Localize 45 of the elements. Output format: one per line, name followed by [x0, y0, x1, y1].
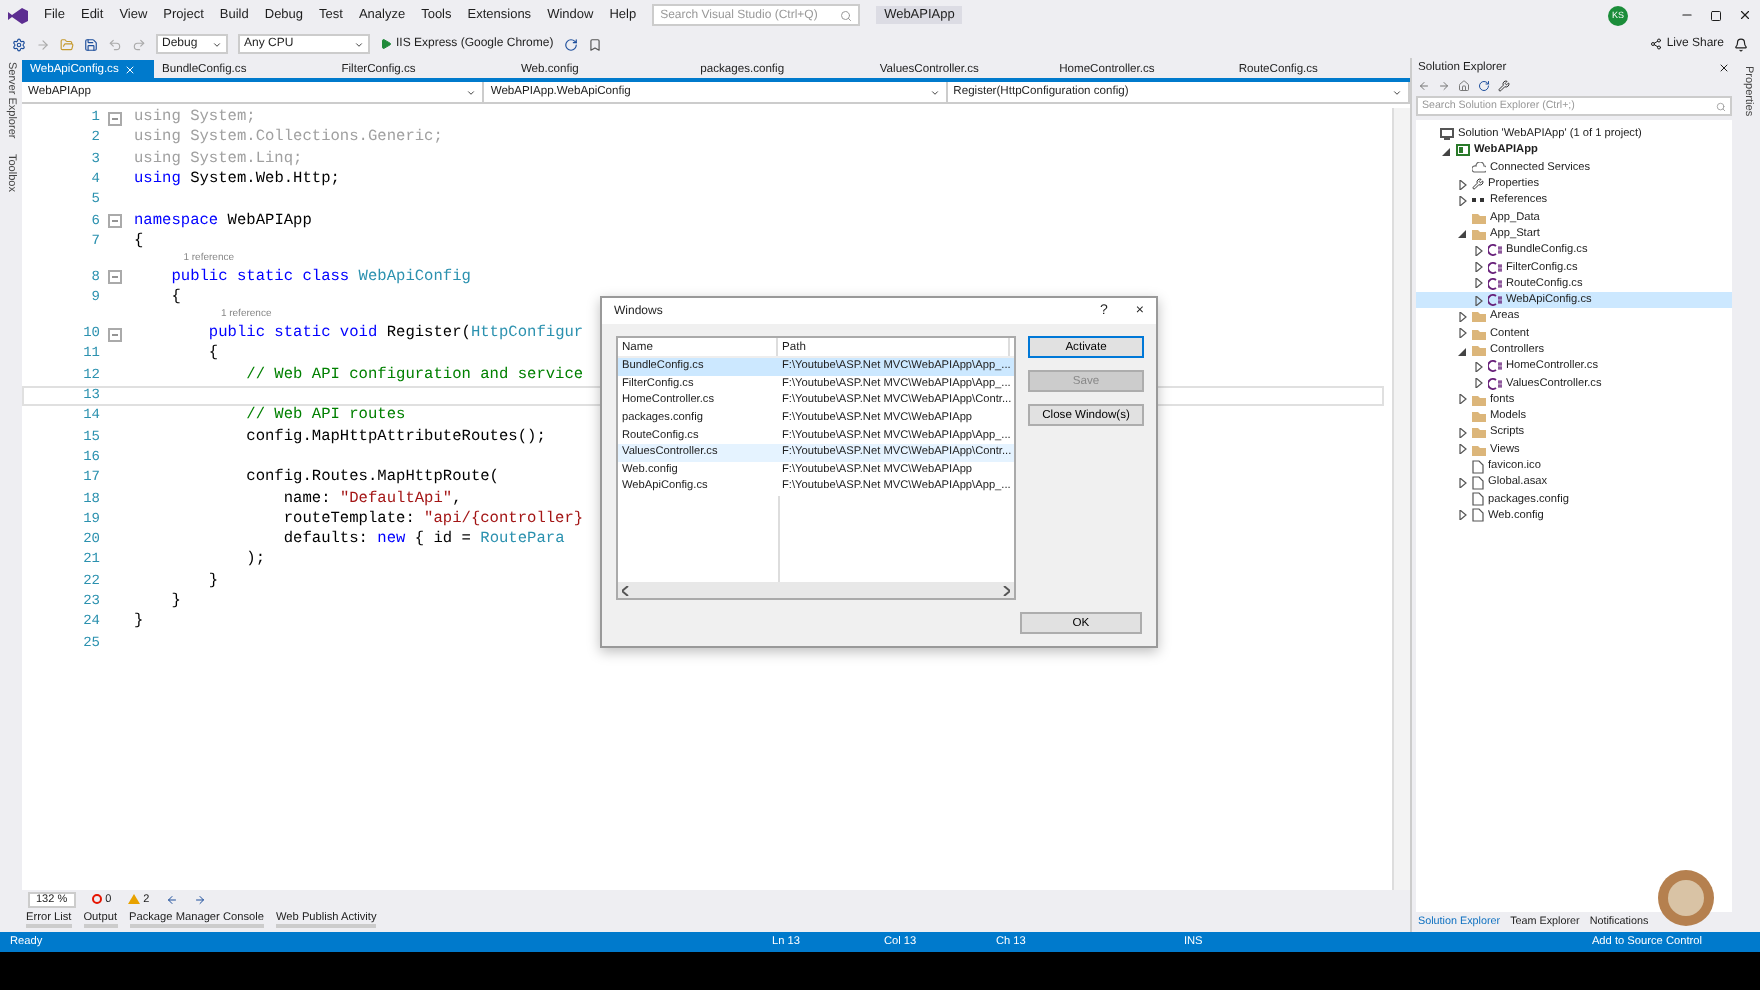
collapse-icon[interactable] — [108, 327, 122, 342]
back-icon[interactable] — [165, 893, 178, 905]
app-logo-icon — [8, 7, 28, 23]
csharp-file-icon — [1488, 377, 1502, 390]
solution-icon — [1440, 128, 1454, 141]
scroll-left-icon[interactable] — [622, 585, 630, 595]
share-icon — [1650, 38, 1663, 50]
csharp-file-icon — [1488, 294, 1502, 307]
channel-logo-icon — [1656, 868, 1716, 928]
csharp-file-icon — [1488, 277, 1502, 290]
minimize-icon[interactable] — [1680, 8, 1694, 22]
forward-icon[interactable] — [193, 893, 206, 905]
collapse-icon[interactable] — [108, 270, 122, 285]
close-icon[interactable] — [1738, 8, 1752, 22]
refresh-icon[interactable] — [563, 37, 578, 51]
scroll-right-icon[interactable] — [1002, 585, 1010, 595]
play-icon — [380, 38, 392, 50]
close-icon[interactable] — [1718, 61, 1730, 73]
bookmark-icon[interactable] — [587, 37, 602, 51]
references-icon — [1472, 194, 1486, 207]
home-icon[interactable] — [1458, 80, 1470, 92]
collapse-icon[interactable] — [108, 111, 122, 126]
project-icon — [1456, 144, 1470, 157]
csharp-file-icon — [1488, 244, 1502, 257]
settings-icon[interactable] — [12, 37, 26, 51]
csharp-file-icon — [1488, 261, 1502, 274]
collapse-arrow-icon[interactable] — [1457, 228, 1467, 239]
horizontal-scrollbar[interactable] — [618, 582, 1014, 598]
warning-icon — [127, 894, 140, 904]
cloud-icon — [1472, 161, 1486, 174]
wrench-icon[interactable] — [1498, 80, 1510, 92]
expand-arrow-icon[interactable] — [1457, 477, 1467, 488]
vertical-scrollbar[interactable] — [1392, 108, 1410, 890]
csharp-file-icon — [1488, 360, 1502, 373]
error-icon — [91, 894, 102, 904]
wrench-icon — [1472, 178, 1484, 191]
save-icon[interactable] — [84, 37, 98, 51]
refresh-icon[interactable] — [1478, 80, 1490, 92]
maximize-icon[interactable] — [1710, 9, 1722, 21]
expand-arrow-icon[interactable] — [1457, 510, 1467, 521]
search-icon — [1716, 101, 1726, 111]
collapse-arrow-icon[interactable] — [1441, 145, 1451, 156]
search-icon — [840, 9, 853, 21]
collapse-arrow-icon[interactable] — [1457, 345, 1467, 355]
collapse-icon[interactable] — [108, 214, 122, 229]
